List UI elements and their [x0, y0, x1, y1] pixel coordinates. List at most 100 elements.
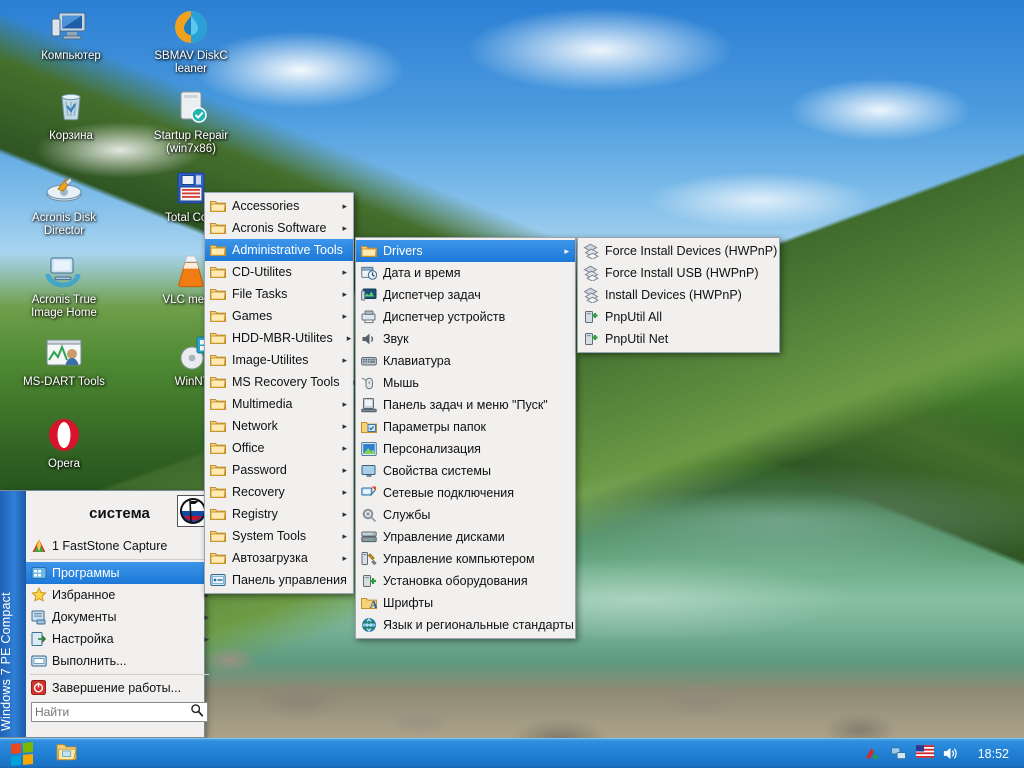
menu-item[interactable]: Force Install Devices (HWPnP) — [578, 240, 779, 262]
menu-item-label: Image-Utilites — [232, 353, 309, 367]
menu-item[interactable]: Мышь — [356, 372, 575, 394]
start-menu-item-documents[interactable]: Документы ▸ — [26, 606, 213, 628]
pnputil-icon — [583, 309, 599, 325]
menu-item[interactable]: Registry ▸ — [205, 503, 353, 525]
windows-logo-icon — [11, 741, 33, 766]
shutdown-menu-item[interactable]: Завершение работы... — [26, 677, 213, 699]
mouse-icon — [361, 375, 377, 391]
menu-item[interactable]: Дата и время — [356, 262, 575, 284]
menu-item[interactable]: Network ▸ — [205, 415, 353, 437]
personalization-icon — [361, 441, 377, 457]
drivers-submenu[interactable]: Force Install Devices (HWPnP) Force Insta… — [577, 237, 780, 353]
acronis-tray-icon[interactable] — [864, 745, 881, 762]
programs-submenu[interactable]: Accessories ▸ Acronis Software ▸ Administrat… — [204, 192, 361, 594]
menu-item-label: Свойства системы — [383, 464, 491, 478]
menu-item[interactable]: Персонализация — [356, 438, 575, 460]
language-flag-icon[interactable] — [915, 745, 934, 762]
menu-item[interactable]: Accessories ▸ — [205, 195, 353, 217]
menu-item[interactable]: Панель управления — [205, 569, 353, 591]
desktop-icon-ms-dart-tools[interactable]: MS-DART Tools — [18, 332, 110, 389]
desktop-icon-acronis-disk-director[interactable]: Acronis Disk Director — [18, 168, 110, 238]
menu-item[interactable]: Клавиатура — [356, 350, 575, 372]
folder-icon — [210, 352, 226, 368]
start-menu-item-run[interactable]: Выполнить... — [26, 650, 213, 672]
menu-item-label: Multimedia — [232, 397, 293, 411]
start-menu-pinned-item[interactable]: 1 FastStone Capture — [26, 535, 213, 557]
start-menu-item-settings[interactable]: Настройка ▸ — [26, 628, 213, 650]
menu-item-label: Службы — [383, 508, 431, 522]
menu-item[interactable]: Administrative Tools▸ — [205, 239, 361, 261]
chevron-right-icon: ▸ — [342, 398, 347, 409]
menu-item[interactable]: Диспетчер устройств — [356, 306, 575, 328]
menu-item[interactable]: Image-Utilites ▸ — [205, 349, 353, 371]
menu-item[interactable]: Автозагрузка ▸ — [205, 547, 353, 569]
menu-item[interactable]: Recovery ▸ — [205, 481, 353, 503]
menu-item[interactable]: Сетевые подключения — [356, 482, 575, 504]
menu-item[interactable]: Install Devices (HWPnP) — [578, 284, 779, 306]
folder-icon — [210, 198, 226, 214]
menu-item[interactable]: File Tasks ▸ — [205, 283, 353, 305]
menu-item[interactable]: Свойства системы — [356, 460, 575, 482]
menu-item[interactable]: PnpUtil Net — [578, 328, 779, 350]
taskbar[interactable]: 18:52 — [0, 738, 1024, 768]
menu-item-label: HDD-MBR-Utilites — [232, 331, 333, 345]
menu-item[interactable]: PnpUtil All — [578, 306, 779, 328]
menu-item[interactable]: CD-Utilites ▸ — [205, 261, 353, 283]
menu-item[interactable]: Службы — [356, 504, 575, 526]
start-menu-user-title: система — [89, 504, 150, 522]
menu-item[interactable]: Force Install USB (HWPnP) — [578, 262, 779, 284]
desktop-icon-label: Компьютер — [41, 50, 101, 62]
desktop-icon-recycle-bin[interactable]: Корзина — [25, 86, 117, 143]
menu-item[interactable]: Установка оборудования — [356, 570, 575, 592]
menu-item[interactable]: Office ▸ — [205, 437, 353, 459]
desktop[interactable]: Компьютер SBMAV DiskC leaner Корзина Startu… — [0, 0, 1024, 768]
system-properties-icon — [361, 463, 377, 479]
desktop-icon-computer[interactable]: Компьютер — [25, 6, 117, 63]
system-tray[interactable]: 18:52 — [864, 739, 1024, 768]
menu-item[interactable]: Acronis Software ▸ — [205, 217, 353, 239]
menu-item[interactable]: Диспетчер задач — [356, 284, 575, 306]
start-menu-search-box[interactable] — [31, 702, 208, 722]
taskbar-item-explorer[interactable] — [44, 739, 90, 768]
start-menu[interactable]: Windows 7 PE Compact система 1 FastStone… — [0, 490, 213, 738]
start-button[interactable] — [0, 739, 44, 768]
menu-item[interactable]: Games ▸ — [205, 305, 353, 327]
menu-item[interactable]: Multimedia ▸ — [205, 393, 353, 415]
menu-item[interactable]: Drivers ▸ — [356, 240, 575, 262]
network-tray-icon[interactable] — [890, 745, 907, 762]
menu-item[interactable]: HDD-MBR-Utilites ▸ — [205, 327, 353, 349]
menu-item[interactable]: System Tools ▸ — [205, 525, 353, 547]
start-menu-item-programs[interactable]: Программы▸ — [26, 562, 213, 584]
menu-item[interactable]: Панель задач и меню "Пуск" — [356, 394, 575, 416]
desktop-icon-label: Acronis Disk Director — [32, 212, 96, 237]
menu-item[interactable]: A Шрифты — [356, 592, 575, 614]
desktop-icon-acronis-true-image-home[interactable]: Acronis True Image Home — [18, 250, 110, 320]
menu-item[interactable]: Password ▸ — [205, 459, 353, 481]
taskbar-clock[interactable]: 18:52 — [968, 747, 1015, 761]
folder-icon — [210, 462, 226, 478]
menu-item-label: Registry — [232, 507, 278, 521]
search-icon[interactable] — [190, 703, 204, 722]
desktop-icon-startup-repair[interactable]: Startup Repair (win7x86) — [145, 86, 237, 156]
menu-item[interactable]: MS Recovery Tools▸ — [205, 371, 358, 393]
hwpnp-icon — [583, 243, 599, 260]
menu-item[interactable]: Параметры папок — [356, 416, 575, 438]
desktop-icon-opera[interactable]: Opera — [18, 414, 110, 471]
menu-item[interactable]: Язык и региональные стандарты — [356, 614, 575, 636]
administrative-tools-submenu[interactable]: Drivers ▸ Дата и время Диспетчер задач Диспе… — [355, 237, 576, 639]
start-menu-item-favorites[interactable]: Избранное ▸ — [26, 584, 213, 606]
menu-item[interactable]: Звук — [356, 328, 575, 350]
chevron-right-icon: ▸ — [342, 508, 347, 519]
menu-item[interactable]: Управление дисками — [356, 526, 575, 548]
menu-item[interactable]: Управление компьютером — [356, 548, 575, 570]
menu-item-label: Настройка — [52, 632, 114, 646]
volume-tray-icon[interactable] — [942, 745, 959, 762]
search-input[interactable] — [35, 705, 190, 719]
chevron-right-icon: ▸ — [564, 245, 569, 256]
desktop-icon-label: Корзина — [49, 130, 93, 142]
desktop-icon-sbmav-diskcleaner[interactable]: SBMAV DiskC leaner — [145, 6, 237, 76]
menu-item-label: Мышь — [383, 376, 419, 390]
region-language-icon — [361, 617, 377, 633]
menu-item-label: MS Recovery Tools — [232, 375, 340, 389]
add-hardware-icon — [361, 573, 377, 589]
